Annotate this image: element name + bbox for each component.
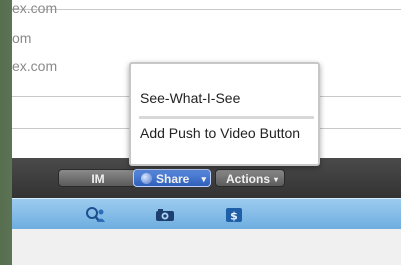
list-item[interactable]: om	[12, 24, 401, 52]
money-icon[interactable]: $	[223, 206, 245, 224]
content-area	[12, 229, 401, 265]
icon-bar: $	[12, 198, 401, 229]
chevron-down-icon: ▾	[201, 174, 206, 184]
share-button-label: Share	[156, 172, 190, 186]
share-dropdown-menu: See-What-I-See Add Push to Video Button	[129, 62, 320, 166]
search-people-icon[interactable]	[84, 206, 106, 224]
actions-button[interactable]: Actions ▾	[215, 169, 285, 187]
globe-icon	[141, 173, 152, 184]
im-button[interactable]: IM	[58, 169, 138, 187]
menu-item-add-push-to-video[interactable]: Add Push to Video Button	[140, 125, 300, 141]
im-button-label: IM	[91, 172, 105, 186]
svg-text:$: $	[230, 210, 238, 223]
menu-item-see-what-i-see[interactable]: See-What-I-See	[140, 90, 240, 106]
menu-separator	[139, 116, 314, 119]
list-item[interactable]: ex.com	[12, 0, 401, 22]
chevron-down-icon: ▾	[273, 175, 278, 184]
camera-icon[interactable]	[154, 206, 176, 224]
actions-button-label: Actions	[226, 172, 271, 186]
share-button[interactable]: Share ▾	[133, 169, 211, 187]
